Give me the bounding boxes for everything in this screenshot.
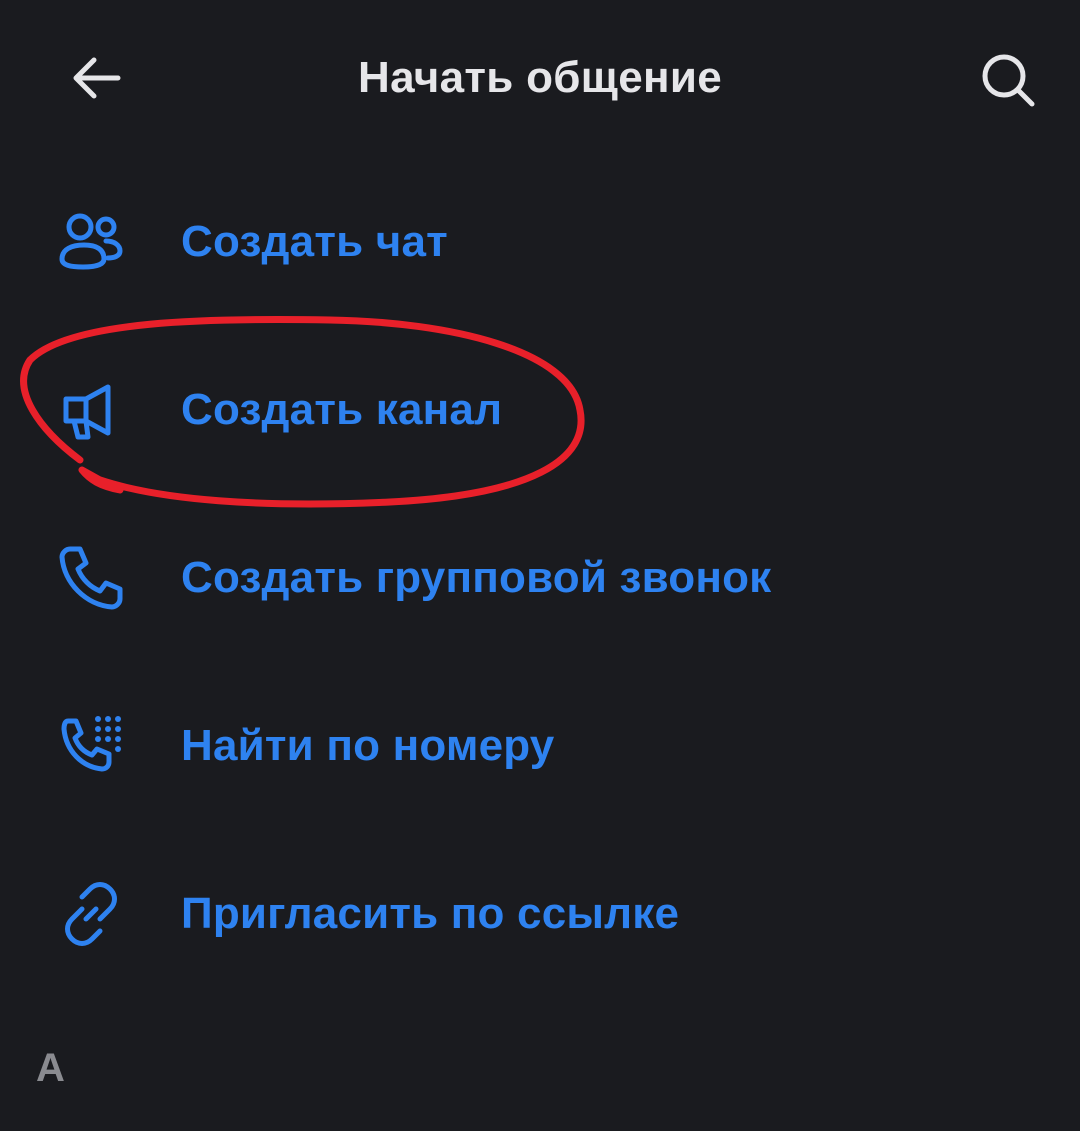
- phone-keypad-icon: [56, 711, 126, 781]
- search-icon: [982, 54, 1035, 107]
- menu-item-create-channel[interactable]: Создать канал: [0, 326, 1080, 494]
- menu-item-label: Создать чат: [181, 217, 448, 266]
- menu-item-find-by-number[interactable]: Найти по номеру: [0, 662, 1080, 830]
- page-title: Начать общение: [358, 53, 722, 102]
- menu-item-label: Создать канал: [181, 385, 503, 434]
- menu-item-invite-by-link[interactable]: Пригласить по ссылке: [0, 830, 1080, 998]
- users-icon: [56, 207, 126, 277]
- menu-item-create-group-call[interactable]: Создать групповой звонок: [0, 494, 1080, 662]
- arrow-left-icon: [73, 57, 121, 99]
- start-chat-menu: Создать чат Создать канал Создать группо…: [0, 158, 1080, 998]
- section-index-letter: А: [36, 1046, 65, 1090]
- top-bar: Начать общение: [0, 0, 1080, 160]
- menu-item-label: Создать групповой звонок: [181, 553, 772, 602]
- menu-item-label: Найти по номеру: [181, 721, 555, 770]
- link-icon: [56, 879, 126, 949]
- menu-item-label: Пригласить по ссылке: [181, 889, 680, 938]
- phone-icon: [56, 543, 126, 613]
- megaphone-icon: [56, 375, 126, 445]
- menu-item-create-chat[interactable]: Создать чат: [0, 158, 1080, 326]
- back-button[interactable]: [58, 46, 134, 110]
- search-button[interactable]: [968, 44, 1048, 116]
